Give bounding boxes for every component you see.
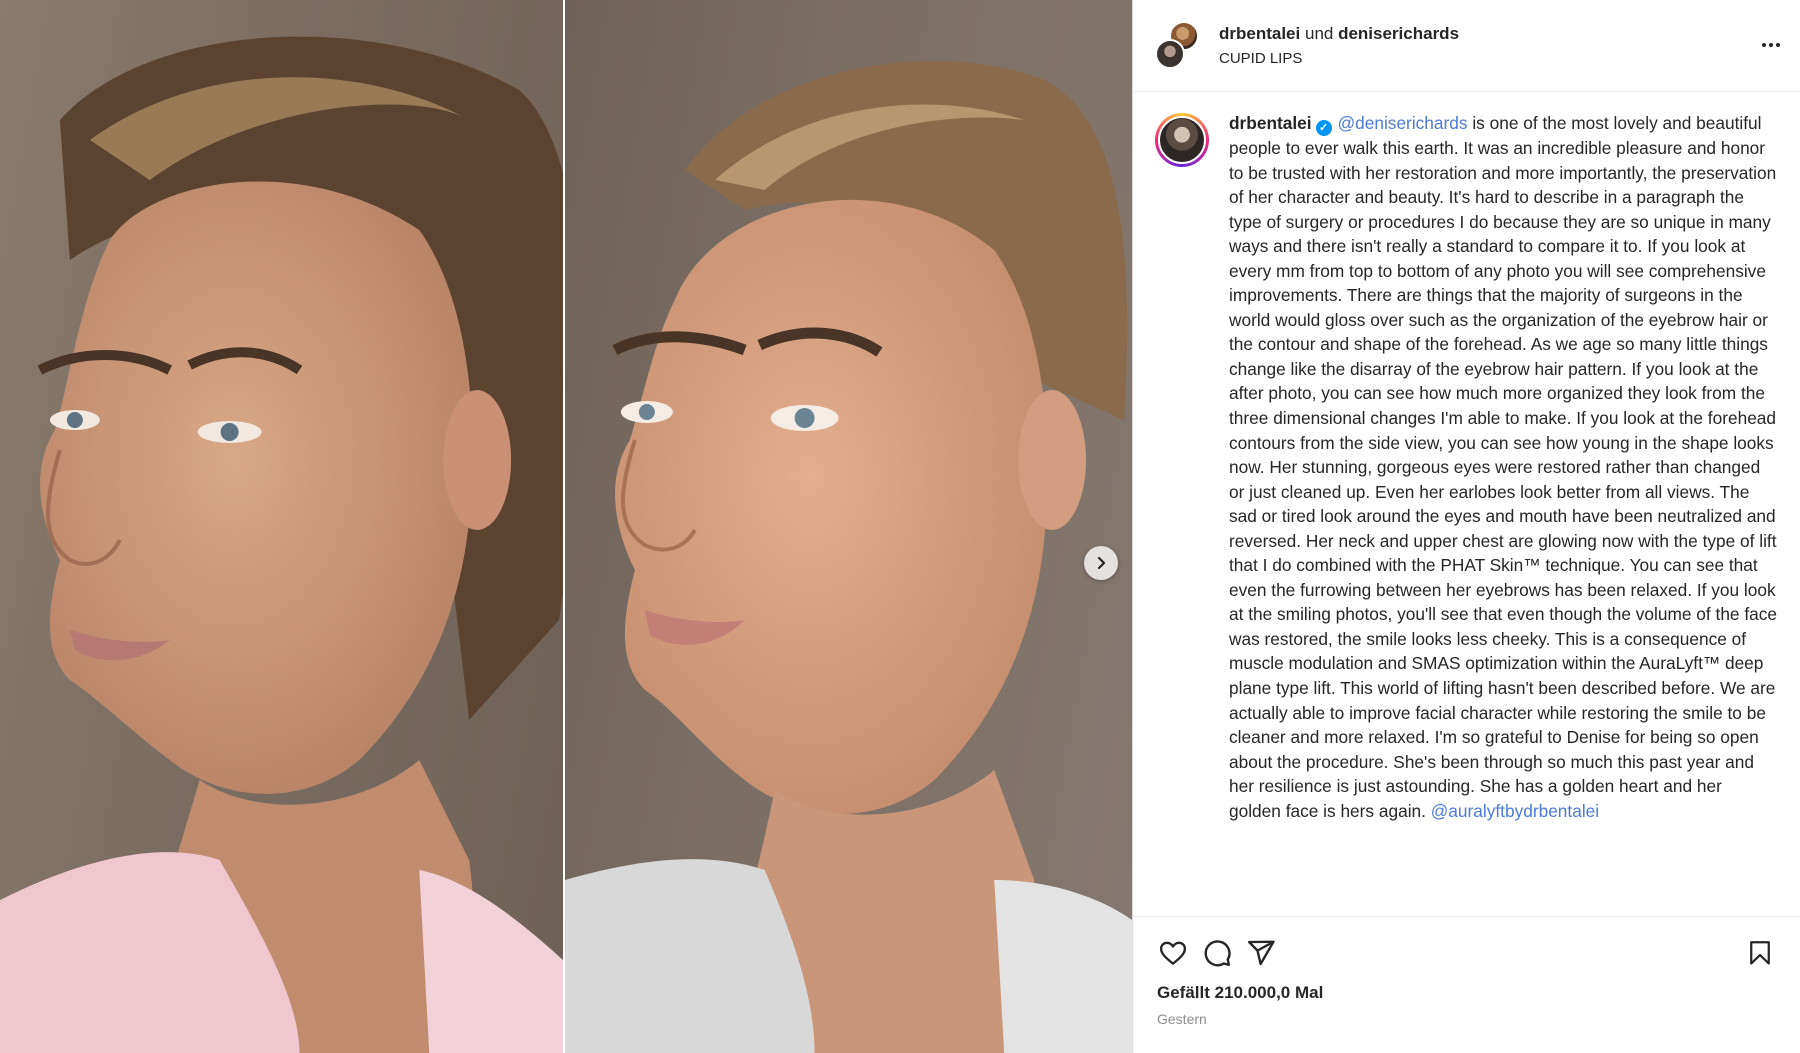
likes-count[interactable]: Gefällt 210.000,0 Mal [1133,977,1800,1003]
action-icons [1133,917,1800,977]
chevron-right-icon [1097,556,1106,570]
caption-area[interactable]: drbentalei ✓ @deniserichards is one of the… [1133,93,1800,916]
header-text: drbentalei und deniserichards CUPID LIPS [1219,24,1459,67]
more-options-button[interactable] [1756,30,1786,60]
caption-body: is one of the most lovely and beautiful … [1229,113,1778,821]
like-button[interactable] [1151,931,1195,975]
username-link[interactable]: deniserichards [1338,24,1459,43]
username-link[interactable]: drbentalei [1219,24,1300,43]
joiner-text: und [1304,24,1339,43]
collab-names: drbentalei und deniserichards [1219,24,1459,44]
before-face-illustration [0,36,563,1053]
actions-bar: Gefällt 210.000,0 Mal Gestern [1133,916,1800,1053]
post-subtitle[interactable]: CUPID LIPS [1219,50,1459,67]
avatar[interactable] [1155,38,1185,69]
mention-link[interactable]: @deniserichards [1338,113,1468,133]
share-button[interactable] [1239,931,1283,975]
comment-button[interactable] [1195,931,1239,975]
avatar[interactable] [1158,116,1206,164]
more-icon [1761,43,1782,47]
verified-icon: ✓ [1315,120,1332,136]
instagram-post: drbentalei und deniserichards CUPID LIPS… [0,0,1800,1053]
after-photo [565,0,1132,1053]
story-ring[interactable] [1155,113,1209,167]
post-date[interactable]: Gestern [1133,1003,1800,1027]
mention-link[interactable]: @auralyftbydrbentalei [1431,801,1599,821]
share-icon [1247,940,1275,966]
after-face-illustration [565,60,1132,1053]
save-button[interactable] [1738,931,1782,975]
caption-text: drbentalei ✓ @deniserichards is one of the… [1229,111,1778,916]
caption-username[interactable]: drbentalei [1229,113,1312,133]
comment-icon [1204,940,1231,967]
post-sidebar: drbentalei und deniserichards CUPID LIPS… [1132,0,1800,1053]
bookmark-icon [1750,941,1770,965]
post-media[interactable] [0,0,1132,1053]
heart-icon [1159,941,1187,965]
carousel-next-button[interactable] [1084,546,1118,580]
post-header: drbentalei und deniserichards CUPID LIPS [1133,0,1800,92]
collab-avatars[interactable] [1155,20,1201,71]
before-photo [0,0,563,1053]
